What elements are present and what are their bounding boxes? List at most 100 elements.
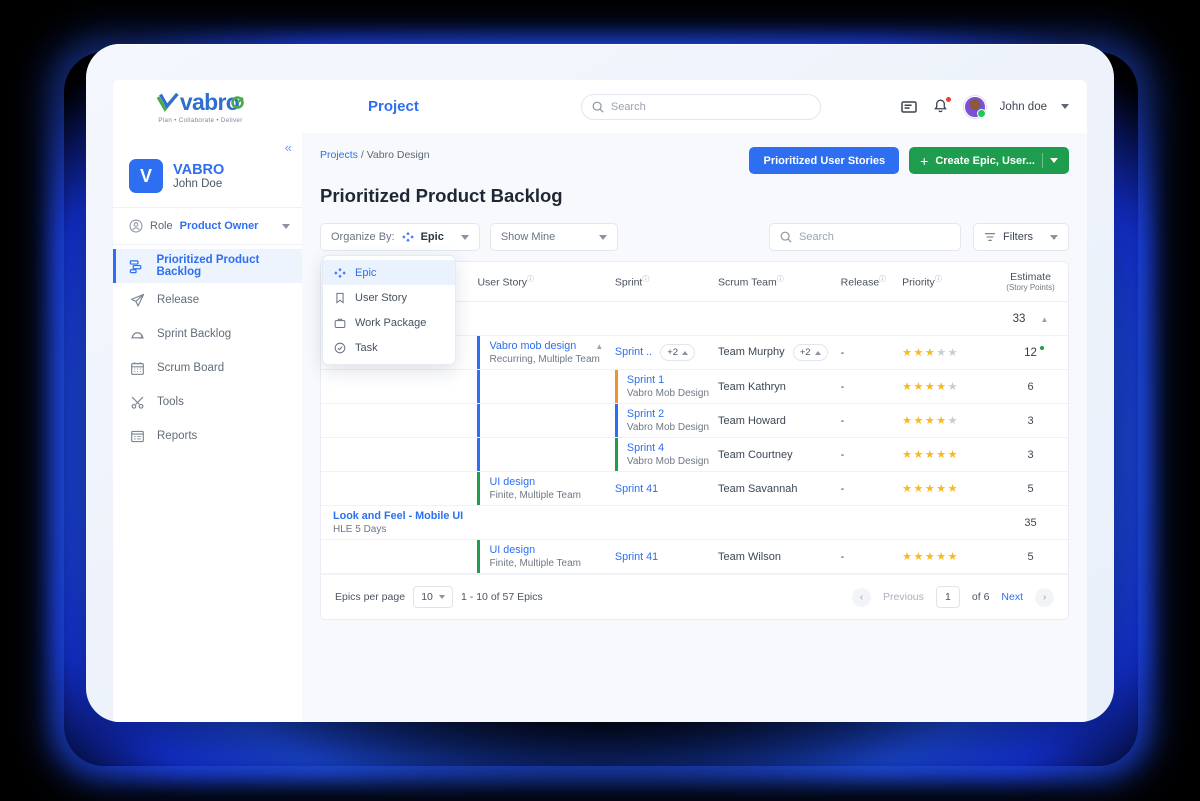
user-story-link[interactable]: UI design <box>489 544 535 556</box>
cell-sprint: Sprint 41 <box>614 539 718 574</box>
cell-sprint: Sprint 4 Vabro Mob Design <box>614 437 718 472</box>
table-row[interactable]: UI design Finite, Multiple Team Sprint 4… <box>321 539 1068 574</box>
sidebar-item-tools[interactable]: Tools <box>113 385 302 419</box>
priority-stars[interactable]: ★★★★★ <box>902 381 959 393</box>
table-row[interactable]: Sprint 1 Vabro Mob Design Team Kathryn -… <box>321 369 1068 404</box>
show-mine-chevron-down-icon[interactable] <box>598 234 607 240</box>
filters-button[interactable]: Filters <box>973 223 1069 251</box>
sprint-link[interactable]: Sprint 41 <box>615 551 658 563</box>
sidebar-collapse-icon[interactable]: « <box>285 141 292 154</box>
priority-stars[interactable]: ★★★★★ <box>902 551 959 563</box>
cell-user-story <box>477 301 615 336</box>
sidebar-item-sprint-backlog[interactable]: Sprint Backlog <box>113 317 302 351</box>
cell-priority: ★★★★★ <box>902 369 994 404</box>
feed-icon[interactable] <box>900 98 918 116</box>
organize-by-dropdown-menu: Epic User Story Work Package Task <box>322 255 456 365</box>
table-row[interactable]: Sprint 4 Vabro Mob Design Team Courtney … <box>321 437 1068 472</box>
previous-page-button[interactable]: Previous <box>883 591 924 603</box>
team-overflow-chip[interactable]: +2 <box>792 344 828 361</box>
table-search[interactable] <box>769 223 962 251</box>
priority-stars[interactable]: ★★★★★ <box>902 415 959 427</box>
create-epic-user-button[interactable]: + Create Epic, User... <box>909 147 1069 174</box>
col-sprint: Sprintⓘ <box>614 262 718 302</box>
organize-chevron-down-icon[interactable] <box>460 234 469 240</box>
organize-by-select[interactable]: Organize By: Epic <box>320 223 480 251</box>
app-logo[interactable]: vabro Plan • Collaborate • Deliver <box>113 89 288 124</box>
sprint-link[interactable]: Sprint 41 <box>615 483 658 495</box>
table-row[interactable]: UI design Finite, Multiple Team Sprint 4… <box>321 471 1068 506</box>
menu-item-task[interactable]: Task <box>323 335 455 360</box>
sidebar-nav-list: Prioritized Product Backlog Release Spri… <box>113 245 302 453</box>
cell-release: - <box>840 471 903 506</box>
cell-user-story <box>477 369 615 404</box>
caret-up-icon[interactable]: ▲ <box>1040 315 1048 324</box>
page-number-input[interactable]: 1 <box>935 586 960 608</box>
info-icon[interactable]: ⓘ <box>642 276 649 283</box>
priority-stars[interactable]: ★★★★★ <box>902 347 959 359</box>
cell-estimate: 5 <box>993 539 1068 574</box>
toolbar-right: Filters <box>769 223 1069 251</box>
sprint-link[interactable]: Sprint .. <box>615 346 652 358</box>
role-chevron-down-icon[interactable] <box>282 223 290 229</box>
user-menu-chevron-down-icon[interactable] <box>1061 104 1069 109</box>
sprint-link[interactable]: Sprint 1 <box>627 374 664 386</box>
user-story-link[interactable]: Vabro mob design <box>489 340 576 352</box>
person-circle-icon <box>129 219 143 233</box>
info-icon[interactable]: ⓘ <box>777 276 784 283</box>
cell-user-story <box>477 403 615 438</box>
info-icon[interactable]: ⓘ <box>527 276 534 283</box>
table-row[interactable]: Sprint 2 Vabro Mob Design Team Howard - … <box>321 403 1068 438</box>
cell-epic <box>321 403 478 438</box>
user-avatar[interactable] <box>963 95 986 118</box>
menu-item-work-package[interactable]: Work Package <box>323 310 455 335</box>
filters-label: Filters <box>1003 231 1033 243</box>
sidebar-item-reports[interactable]: Reports <box>113 419 302 453</box>
menu-item-epic[interactable]: Epic <box>323 260 455 285</box>
range-text: 1 - 10 of 57 Epics <box>461 591 543 603</box>
sprint-subtitle: Vabro Mob Design <box>626 388 710 400</box>
priority-stars[interactable]: ★★★★★ <box>902 483 959 495</box>
first-page-button[interactable]: ‹ <box>852 587 872 607</box>
sidebar: « V VABRO John Doe Role Product Owner Pr… <box>113 133 302 722</box>
caret-up-icon[interactable]: ▲ <box>595 342 603 351</box>
sidebar-item-release[interactable]: Release <box>113 283 302 317</box>
role-selector[interactable]: Role Product Owner <box>113 208 302 245</box>
sprint-overflow-chip[interactable]: +2 <box>660 344 696 361</box>
cell-scrum-team: Team Courtney <box>718 437 841 472</box>
global-search-input[interactable] <box>610 100 810 113</box>
col-release: Releaseⓘ <box>840 262 903 302</box>
main-content: Projects / Vabro Design Prioritized User… <box>302 133 1087 722</box>
menu-item-user-story[interactable]: User Story <box>323 285 455 310</box>
notification-bell-icon[interactable] <box>932 96 951 116</box>
sprint-subtitle: Vabro Mob Design <box>626 422 710 434</box>
user-story-link[interactable]: UI design <box>489 476 535 488</box>
filters-chevron-down-icon[interactable] <box>1050 234 1058 240</box>
sprint-link[interactable]: Sprint 4 <box>627 442 664 454</box>
per-page-select[interactable]: 10 <box>413 586 454 608</box>
table-search-input[interactable] <box>799 231 951 243</box>
table-row[interactable]: Look and Feel - Mobile UI HLE 5 Days 35 <box>321 505 1068 540</box>
briefcase-icon <box>334 317 346 329</box>
info-icon[interactable]: ⓘ <box>935 276 942 283</box>
breadcrumb-root[interactable]: Projects <box>320 149 358 161</box>
epic-link[interactable]: Look and Feel - Mobile UI <box>333 510 463 522</box>
cell-user-story <box>477 437 615 472</box>
priority-stars[interactable]: ★★★★★ <box>902 449 959 461</box>
info-icon[interactable]: ⓘ <box>879 276 886 283</box>
project-card[interactable]: V VABRO John Doe <box>113 133 302 208</box>
global-search[interactable] <box>580 93 821 120</box>
cell-priority <box>902 505 994 540</box>
sidebar-item-scrum-board[interactable]: Scrum Board <box>113 351 302 385</box>
sprint-link[interactable]: Sprint 2 <box>627 408 664 420</box>
cell-scrum-team: Team Kathryn <box>718 369 841 404</box>
create-chevron-down-icon[interactable] <box>1050 158 1058 163</box>
cell-priority: ★★★★★ <box>902 539 994 574</box>
plus-icon: + <box>920 152 929 169</box>
show-mine-select[interactable]: Show Mine <box>489 223 618 251</box>
prioritized-user-stories-button[interactable]: Prioritized User Stories <box>749 147 900 174</box>
nav-link-project[interactable]: Project <box>368 98 419 115</box>
sidebar-item-prioritized-product-backlog[interactable]: Prioritized Product Backlog <box>113 249 302 283</box>
estimate-number: 12 <box>1024 346 1037 359</box>
last-page-button[interactable]: › <box>1035 587 1054 607</box>
next-page-button[interactable]: Next <box>1001 591 1023 603</box>
